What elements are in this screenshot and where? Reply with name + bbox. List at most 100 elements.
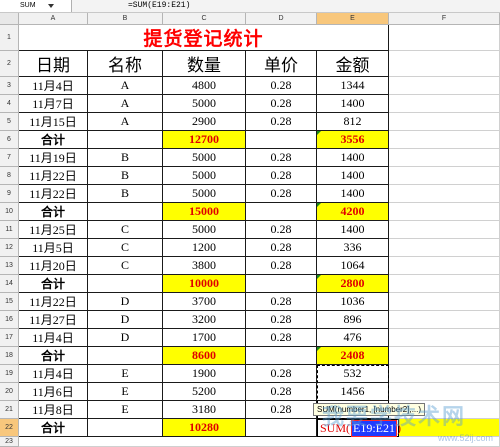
- cell-a5[interactable]: 11月15日: [19, 113, 88, 131]
- row-header-8[interactable]: 8: [0, 167, 19, 185]
- cell-a8[interactable]: 11月22日: [19, 167, 88, 185]
- row-header-7[interactable]: 7: [0, 149, 19, 167]
- cell-b19[interactable]: E: [88, 365, 163, 383]
- cell-c20[interactable]: 5200: [163, 383, 246, 401]
- total-e-cell[interactable]: 2800: [317, 275, 389, 293]
- cell-d3[interactable]: 0.28: [246, 77, 317, 95]
- total-b-cell[interactable]: [88, 203, 163, 221]
- row-header-13[interactable]: 13: [0, 257, 19, 275]
- row-header-17[interactable]: 17: [0, 329, 19, 347]
- total-a-cell[interactable]: 合计: [19, 419, 88, 437]
- chevron-down-icon[interactable]: [48, 4, 54, 8]
- cell-e9[interactable]: 1400: [317, 185, 389, 203]
- cell-c8[interactable]: 5000: [163, 167, 246, 185]
- cell-d12[interactable]: 0.28: [246, 239, 317, 257]
- cell-f3[interactable]: [389, 77, 500, 95]
- row-header-21[interactable]: 21: [0, 401, 19, 419]
- cell-b13[interactable]: C: [88, 257, 163, 275]
- cell-a15[interactable]: 11月22日: [19, 293, 88, 311]
- cell-b11[interactable]: C: [88, 221, 163, 239]
- header-date[interactable]: 日期: [19, 51, 88, 77]
- total-d-cell[interactable]: [246, 275, 317, 293]
- cell-f1[interactable]: [389, 25, 500, 51]
- total-a-cell[interactable]: 合计: [19, 347, 88, 365]
- cell-c12[interactable]: 1200: [163, 239, 246, 257]
- total-b-cell[interactable]: [88, 419, 163, 437]
- header-qty[interactable]: 数量: [163, 51, 246, 77]
- row-header-23[interactable]: 23: [0, 437, 19, 447]
- cell-e12[interactable]: 336: [317, 239, 389, 257]
- total-e-cell[interactable]: 2408: [317, 347, 389, 365]
- cell-f11[interactable]: [389, 221, 500, 239]
- cell-a7[interactable]: 11月19日: [19, 149, 88, 167]
- cell-b8[interactable]: B: [88, 167, 163, 185]
- row-header-20[interactable]: 20: [0, 383, 19, 401]
- cell-d16[interactable]: 0.28: [246, 311, 317, 329]
- total-c-cell[interactable]: 12700: [163, 131, 246, 149]
- total-a-cell[interactable]: 合计: [19, 275, 88, 293]
- cell-d8[interactable]: 0.28: [246, 167, 317, 185]
- cell-d15[interactable]: 0.28: [246, 293, 317, 311]
- header-name[interactable]: 名称: [88, 51, 163, 77]
- cell-c7[interactable]: 5000: [163, 149, 246, 167]
- total-c-cell[interactable]: 10000: [163, 275, 246, 293]
- cell-e16[interactable]: 896: [317, 311, 389, 329]
- cell-f5[interactable]: [389, 113, 500, 131]
- cell-b21[interactable]: E: [88, 401, 163, 419]
- cell-d4[interactable]: 0.28: [246, 95, 317, 113]
- row-header-1[interactable]: 1: [0, 25, 19, 51]
- cell-a13[interactable]: 11月20日: [19, 257, 88, 275]
- cell-a12[interactable]: 11月5日: [19, 239, 88, 257]
- row-header-4[interactable]: 4: [0, 95, 19, 113]
- total-a-cell[interactable]: 合计: [19, 131, 88, 149]
- row-header-14[interactable]: 14: [0, 275, 19, 293]
- cell-f8[interactable]: [389, 167, 500, 185]
- cell-f19[interactable]: [389, 365, 500, 383]
- cell-f16[interactable]: [389, 311, 500, 329]
- cell-d13[interactable]: 0.28: [246, 257, 317, 275]
- row-header-19[interactable]: 19: [0, 365, 19, 383]
- cell-c15[interactable]: 3700: [163, 293, 246, 311]
- total-b-cell[interactable]: [88, 131, 163, 149]
- cell-c3[interactable]: 4800: [163, 77, 246, 95]
- row-header-15[interactable]: 15: [0, 293, 19, 311]
- row-header-18[interactable]: 18: [0, 347, 19, 365]
- cell-a11[interactable]: 11月25日: [19, 221, 88, 239]
- column-header-e[interactable]: E: [317, 13, 389, 25]
- cell-a4[interactable]: 11月7日: [19, 95, 88, 113]
- cell-b7[interactable]: B: [88, 149, 163, 167]
- cell-f15[interactable]: [389, 293, 500, 311]
- cell-c21[interactable]: 3180: [163, 401, 246, 419]
- cell-c17[interactable]: 1700: [163, 329, 246, 347]
- total-c-cell[interactable]: 8600: [163, 347, 246, 365]
- cell-f7[interactable]: [389, 149, 500, 167]
- cell-d7[interactable]: 0.28: [246, 149, 317, 167]
- cell-a19[interactable]: 11月4日: [19, 365, 88, 383]
- cell-c4[interactable]: 5000: [163, 95, 246, 113]
- cell-d5[interactable]: 0.28: [246, 113, 317, 131]
- row-header-22[interactable]: 22: [0, 419, 19, 437]
- cell-a17[interactable]: 11月4日: [19, 329, 88, 347]
- column-header-a[interactable]: A: [19, 13, 88, 25]
- select-all-corner[interactable]: [0, 13, 19, 25]
- cell-f2[interactable]: [389, 51, 500, 77]
- cell-b16[interactable]: D: [88, 311, 163, 329]
- cell-f18[interactable]: [389, 347, 500, 365]
- total-c-cell[interactable]: 15000: [163, 203, 246, 221]
- cell-f4[interactable]: [389, 95, 500, 113]
- cell-b5[interactable]: A: [88, 113, 163, 131]
- cell-e17[interactable]: 476: [317, 329, 389, 347]
- cell-e7[interactable]: 1400: [317, 149, 389, 167]
- cell-a20[interactable]: 11月6日: [19, 383, 88, 401]
- cell-b12[interactable]: C: [88, 239, 163, 257]
- total-d-cell[interactable]: [246, 419, 317, 437]
- cell-a9[interactable]: 11月22日: [19, 185, 88, 203]
- row-header-6[interactable]: 6: [0, 131, 19, 149]
- total-d-cell[interactable]: [246, 203, 317, 221]
- cell-f17[interactable]: [389, 329, 500, 347]
- row-header-16[interactable]: 16: [0, 311, 19, 329]
- cell-f10[interactable]: [389, 203, 500, 221]
- row-header-12[interactable]: 12: [0, 239, 19, 257]
- name-box[interactable]: SUM: [0, 0, 72, 12]
- cell-c11[interactable]: 5000: [163, 221, 246, 239]
